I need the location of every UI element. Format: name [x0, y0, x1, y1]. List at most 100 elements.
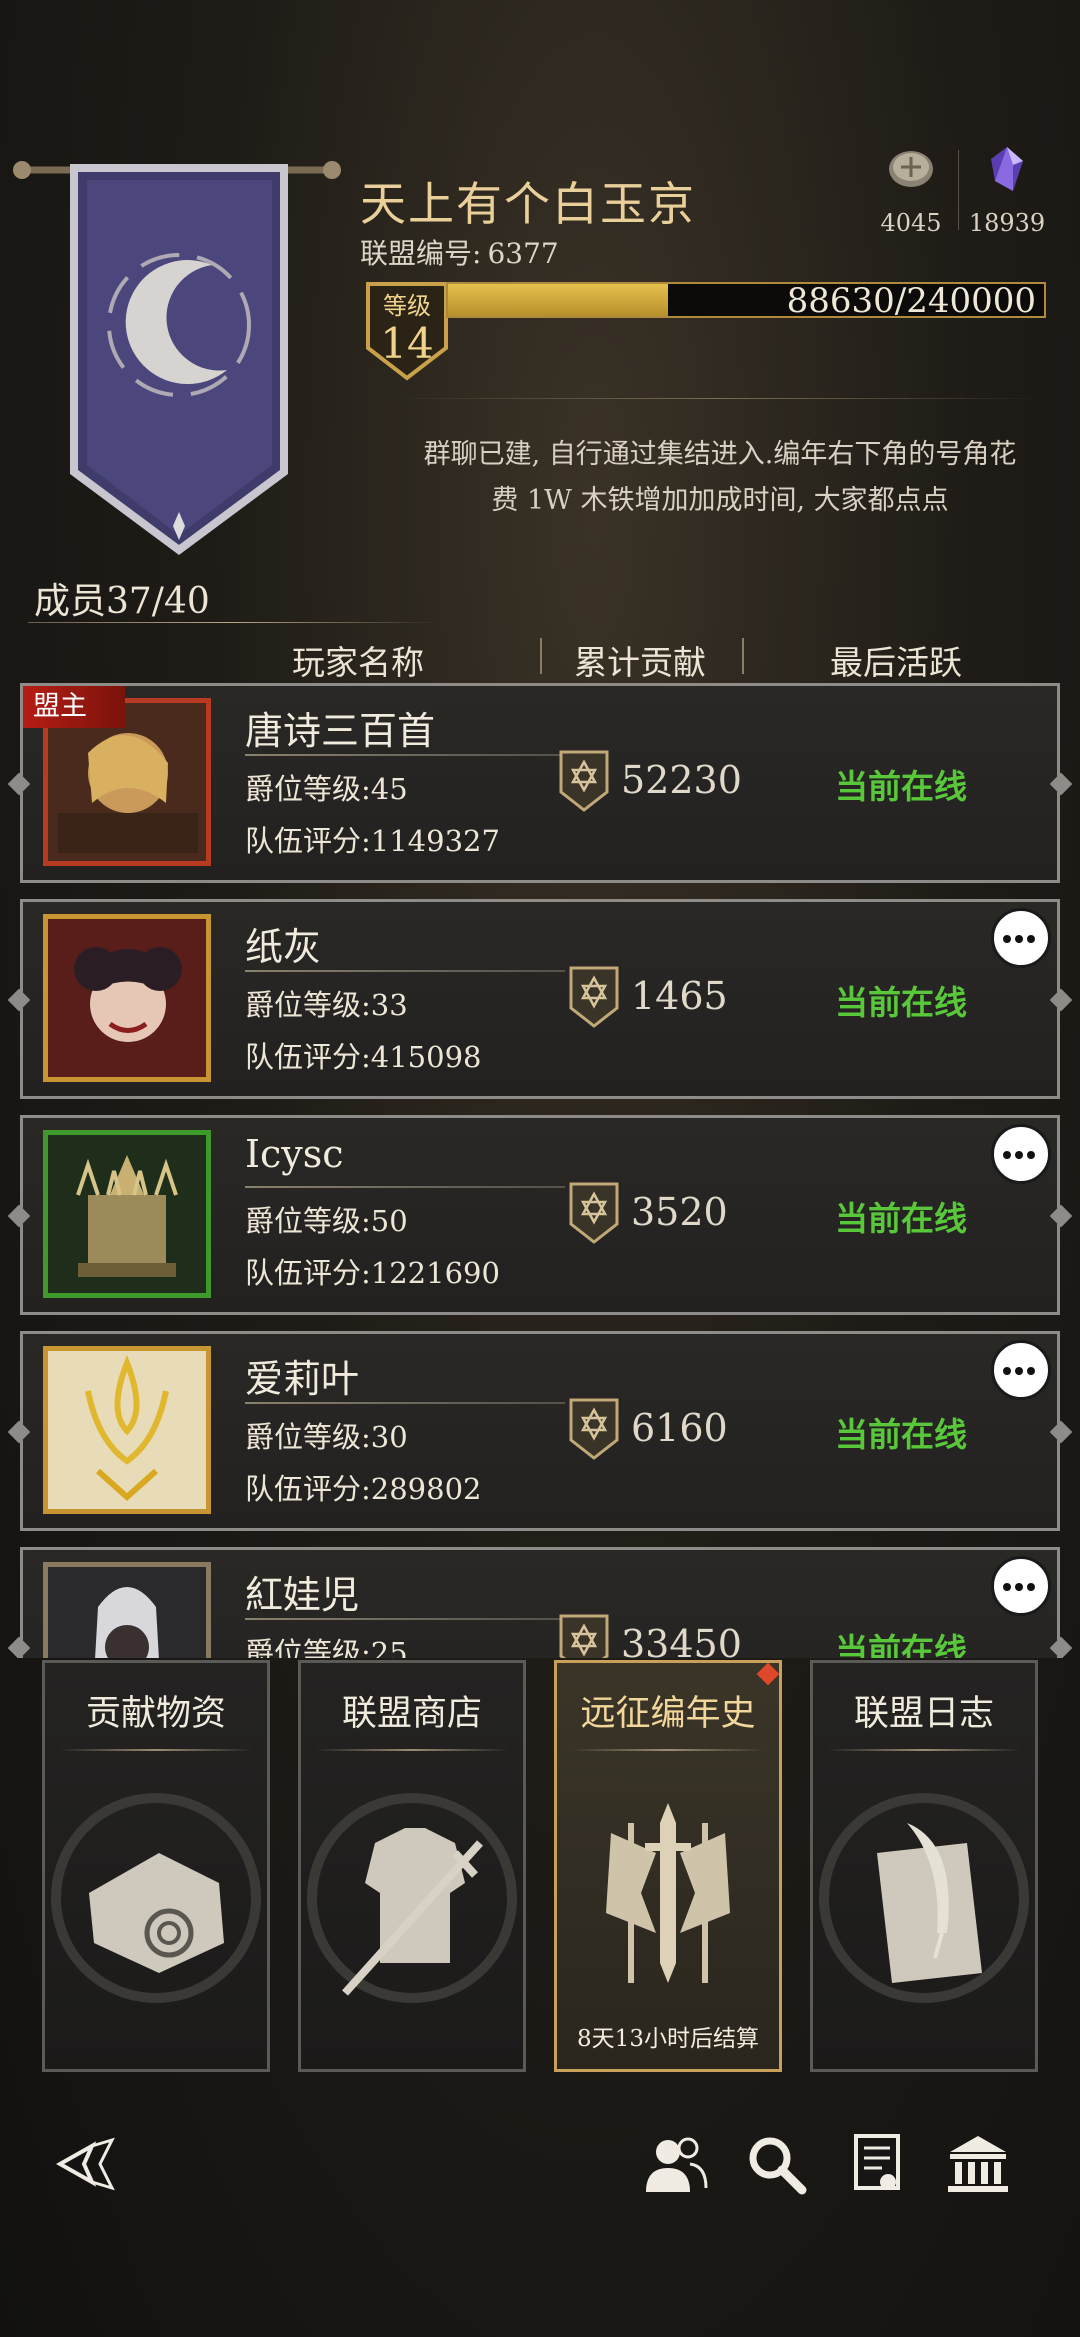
guild-exp-bar: 88630/240000	[446, 281, 1046, 321]
card-guild-log[interactable]: 联盟日志	[810, 1660, 1038, 2072]
name-underline	[245, 970, 565, 972]
player-rank: 爵位等级:50	[245, 1204, 408, 1238]
player-score: 队伍评分:1221690	[245, 1256, 500, 1290]
last-active-status: 当前在线	[835, 1199, 967, 1238]
dot-icon	[1003, 1151, 1011, 1159]
row-ornament	[1049, 772, 1073, 796]
name-underline	[245, 1618, 565, 1620]
guild-exp-fill	[448, 284, 668, 316]
player-rank: 爵位等级:30	[245, 1420, 408, 1454]
members-divider	[28, 622, 438, 623]
player-name: 唐诗三百首	[245, 709, 436, 753]
card-expedition-chronicle[interactable]: 远征编年史 8天13小时后结算	[554, 1660, 782, 2072]
members-icon[interactable]	[644, 2132, 708, 2196]
col-separator	[742, 638, 744, 674]
dot-icon	[1015, 1583, 1023, 1591]
guild-banner-emblem	[13, 161, 341, 555]
contribution-icon	[559, 1614, 609, 1658]
crystal-icon	[991, 147, 1023, 191]
player-avatar[interactable]	[43, 1346, 211, 1514]
resource-crystal: 18939	[962, 145, 1052, 237]
row-ornament	[7, 772, 31, 796]
leader-tag: 盟主	[23, 686, 125, 728]
coin-icon	[889, 151, 933, 187]
row-ornament	[7, 1204, 31, 1228]
card-title: 联盟商店	[341, 1694, 482, 1734]
member-row[interactable]: 纸灰 爵位等级:33 队伍评分:415098 1465 当前在线	[7, 899, 1073, 1099]
back-icon[interactable]	[56, 2132, 120, 2196]
dot-icon	[1027, 1367, 1035, 1375]
dot-icon	[1015, 1151, 1023, 1159]
player-rank: 爵位等级:25	[245, 1636, 408, 1658]
card-divider	[315, 1749, 509, 1751]
card-divider	[827, 1749, 1021, 1751]
player-score: 队伍评分:289802	[245, 1472, 482, 1506]
col-header-name: 玩家名称	[292, 643, 424, 682]
player-name: 爱莉叶	[245, 1357, 360, 1401]
col-header-last-active: 最后活跃	[830, 643, 962, 682]
contribution-value: 52230	[621, 758, 742, 802]
level-label: 等级	[383, 292, 431, 320]
card-divider	[59, 1749, 253, 1751]
contribution-value: 33450	[621, 1622, 742, 1658]
more-options-button[interactable]	[991, 1556, 1051, 1616]
resource-divider	[958, 150, 959, 230]
guild-level-badge: 等级 14	[366, 282, 448, 381]
bank-icon[interactable]	[946, 2132, 1010, 2196]
player-score: 队伍评分:415098	[245, 1040, 482, 1074]
members-count: 成员37/40	[34, 581, 210, 622]
player-rank: 爵位等级:33	[245, 988, 408, 1022]
chronicle-countdown: 8天13小时后结算	[577, 2026, 759, 2052]
member-row[interactable]: 爱莉叶 爵位等级:30 队伍评分:289802 6160 当前在线	[7, 1331, 1073, 1531]
sword-banners-icon	[606, 1803, 730, 1983]
row-ornament	[7, 988, 31, 1012]
player-rank: 爵位等级:45	[245, 772, 408, 806]
card-title: 贡献物资	[85, 1694, 226, 1734]
more-options-button[interactable]	[991, 1340, 1051, 1400]
last-active-status: 当前在线	[835, 1631, 967, 1658]
header-divider	[392, 398, 1042, 399]
search-icon[interactable]	[744, 2132, 808, 2196]
player-score: 队伍评分:1149327	[245, 824, 500, 858]
dot-icon	[1027, 1583, 1035, 1591]
card-contribute-supplies[interactable]: 贡献物资	[42, 1660, 270, 2072]
card-title: 联盟日志	[853, 1694, 994, 1734]
last-active-status: 当前在线	[835, 1415, 967, 1454]
contribution-icon	[559, 750, 609, 812]
member-row[interactable]: 盟主 唐诗三百首 爵位等级:45 队伍评分:1149327 52230 当前在线	[7, 683, 1073, 883]
col-header-contribution: 累计贡献	[574, 643, 706, 682]
player-avatar[interactable]	[43, 1562, 211, 1658]
row-ornament	[1049, 1204, 1073, 1228]
more-options-button[interactable]	[991, 1124, 1051, 1184]
contribution-value: 3520	[631, 1190, 728, 1234]
name-underline	[245, 754, 565, 756]
name-underline	[245, 1402, 565, 1404]
player-name: 纸灰	[245, 925, 322, 969]
contribution-icon	[569, 966, 619, 1028]
dot-icon	[1027, 1151, 1035, 1159]
scroll-icon	[51, 1793, 261, 2003]
contribution-icon	[569, 1182, 619, 1244]
guild-exp-text: 88630/240000	[786, 281, 1036, 321]
col-separator	[540, 638, 542, 674]
card-divider	[571, 1749, 765, 1751]
more-options-button[interactable]	[991, 908, 1051, 968]
contribution-icon	[569, 1398, 619, 1460]
quill-parchment-icon	[819, 1793, 1029, 2003]
level-value: 14	[380, 319, 433, 368]
dot-icon	[1003, 935, 1011, 943]
row-ornament	[7, 1636, 31, 1658]
guild-name: 天上有个白玉京	[360, 177, 696, 231]
player-avatar[interactable]	[43, 914, 211, 1082]
member-row[interactable]: 紅娃児 爵位等级:25 33450 当前在线	[7, 1547, 1073, 1658]
player-avatar[interactable]	[43, 1130, 211, 1298]
card-title: 远征编年史	[580, 1694, 756, 1734]
dot-icon	[1003, 1583, 1011, 1591]
document-icon[interactable]	[846, 2132, 910, 2196]
row-ornament	[1049, 1420, 1073, 1444]
contribution-value: 6160	[631, 1406, 728, 1450]
name-underline	[245, 1186, 565, 1188]
row-ornament	[1049, 988, 1073, 1012]
member-row[interactable]: Icysc 爵位等级:50 队伍评分:1221690 3520 当前在线	[7, 1115, 1073, 1315]
card-guild-shop[interactable]: 联盟商店	[298, 1660, 526, 2072]
